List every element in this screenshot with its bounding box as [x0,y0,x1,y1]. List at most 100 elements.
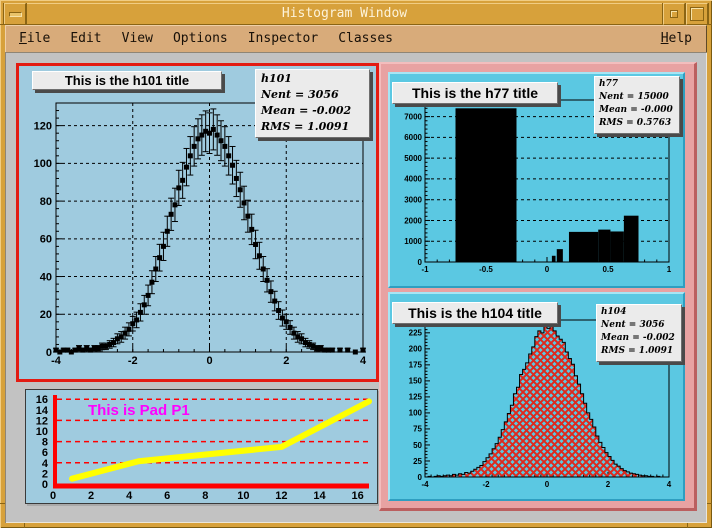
p1-title-text: This is Pad P1 [88,402,190,419]
svg-text:4: 4 [42,458,49,470]
svg-text:-1: -1 [421,265,429,274]
svg-text:2: 2 [283,355,289,367]
svg-text:2: 2 [606,480,611,489]
svg-text:14: 14 [313,490,326,501]
svg-text:-0.5: -0.5 [479,265,493,274]
svg-text:225: 225 [409,329,423,338]
svg-text:1000: 1000 [404,237,422,246]
stats-line: Nent = 3056 [256,87,369,103]
stats-line: Nent = 3056 [597,319,681,332]
h77-title-box[interactable]: This is the h77 title [392,82,558,104]
iconify-icon [670,10,678,18]
svg-text:0: 0 [545,265,550,274]
svg-text:75: 75 [413,425,422,434]
stats-line: Mean = -0.000 [595,104,679,117]
svg-text:175: 175 [409,361,423,370]
title-bar[interactable]: Histogram Window [25,3,664,25]
svg-text:0: 0 [50,490,56,501]
svg-text:0: 0 [418,258,423,267]
maximize-icon [690,7,704,21]
menu-items: FileEditViewOptionsInspectorClasses [6,31,403,46]
svg-text:200: 200 [409,345,423,354]
svg-text:6000: 6000 [404,133,422,142]
svg-text:0.5: 0.5 [602,265,614,274]
maximize-button[interactable] [686,3,708,25]
window-menu-button[interactable] [4,3,26,25]
pad-h77[interactable]: -1-0.500.5101000200030004000500060007000… [388,72,685,288]
window-title: Histogram Window [282,6,407,21]
pad-h104[interactable]: -4 -2 0 2 4 0 25 50 75 100 125 150 175 200 225 This is… [388,292,685,501]
svg-text:-4: -4 [421,480,429,489]
menu-item-view[interactable]: View [112,26,163,52]
stats-line: Nent = 15000 [595,91,679,104]
histogram-window: Histogram Window FileEditViewOptionsInsp… [0,0,712,528]
svg-text:2: 2 [42,468,48,480]
svg-text:12: 12 [275,490,287,501]
window-menu-dash-icon [9,12,22,17]
stats-line: RMS = 1.0091 [597,345,681,358]
svg-text:6: 6 [164,490,170,501]
stats-line: h104 [597,306,681,319]
menu-item-inspector[interactable]: Inspector [238,26,328,52]
menu-item-edit[interactable]: Edit [60,26,111,52]
h77-stats-box[interactable]: h77 Nent = 15000 Mean = -0.000 RMS = 0.5… [594,76,680,134]
menu-item-classes[interactable]: Classes [328,26,403,52]
svg-text:0: 0 [418,473,423,482]
h104-title-box[interactable]: This is the h104 title [392,302,558,324]
svg-text:10: 10 [237,490,249,501]
h104-title-text: This is the h104 title [408,305,542,321]
iconify-button[interactable] [663,3,685,25]
svg-text:8: 8 [42,437,48,449]
svg-text:-2: -2 [482,480,490,489]
stats-line: h101 [256,71,369,87]
svg-text:2000: 2000 [404,216,422,225]
svg-text:0: 0 [46,347,52,359]
svg-text:25: 25 [413,457,422,466]
menu-item-file[interactable]: File [9,26,60,52]
h101-title-text: This is the h101 title [65,73,189,88]
svg-text:14: 14 [36,405,49,417]
svg-text:12: 12 [36,415,48,427]
svg-text:0: 0 [545,480,550,489]
frame-notch [687,523,688,528]
frame-notch [24,523,25,528]
stats-line: h77 [595,78,679,91]
menu-item-help[interactable]: Help [655,26,698,52]
svg-text:6: 6 [42,447,48,459]
svg-text:-4: -4 [51,355,62,367]
canvas-area: -4-2024020406080100120 This is the h101 … [5,52,707,523]
svg-text:100: 100 [409,409,423,418]
menu-bar: FileEditViewOptionsInspectorClasses Help [5,25,707,54]
svg-text:5000: 5000 [404,154,422,163]
svg-text:4: 4 [126,490,133,501]
svg-text:0: 0 [42,479,48,491]
svg-text:80: 80 [40,196,52,208]
svg-text:16: 16 [36,394,48,406]
pad-p1[interactable]: 02468101214160246810121416 This is Pad P… [25,389,378,504]
h77-title-text: This is the h77 title [412,85,538,101]
svg-text:4: 4 [360,355,367,367]
frame-notch [707,24,712,25]
svg-text:4000: 4000 [404,175,422,184]
pad-pink-container[interactable]: -1-0.500.5101000200030004000500060007000… [379,62,697,511]
menu-item-options[interactable]: Options [163,26,238,52]
svg-text:8: 8 [202,490,208,501]
h101-title-box[interactable]: This is the h101 title [32,71,222,90]
pad-h101[interactable]: -4-2024020406080100120 This is the h101 … [16,63,379,382]
svg-text:0: 0 [206,355,212,367]
frame-notch [707,503,712,504]
h104-stats-box[interactable]: h104 Nent = 3056 Mean = -0.002 RMS = 1.0… [596,304,682,362]
h101-stats-box[interactable]: h101 Nent = 3056 Mean = -0.002 RMS = 1.0… [255,69,370,138]
frame-notch [0,503,5,504]
svg-text:50: 50 [413,441,422,450]
svg-text:4: 4 [667,480,672,489]
svg-text:3000: 3000 [404,195,422,204]
svg-text:120: 120 [34,120,52,132]
svg-text:7000: 7000 [404,112,422,121]
svg-text:20: 20 [40,309,52,321]
stats-line: RMS = 0.5763 [595,117,679,130]
svg-text:125: 125 [409,393,423,402]
svg-text:150: 150 [409,377,423,386]
frame-notch [0,24,5,25]
p1-chart: 02468101214160246810121416 [26,390,375,501]
